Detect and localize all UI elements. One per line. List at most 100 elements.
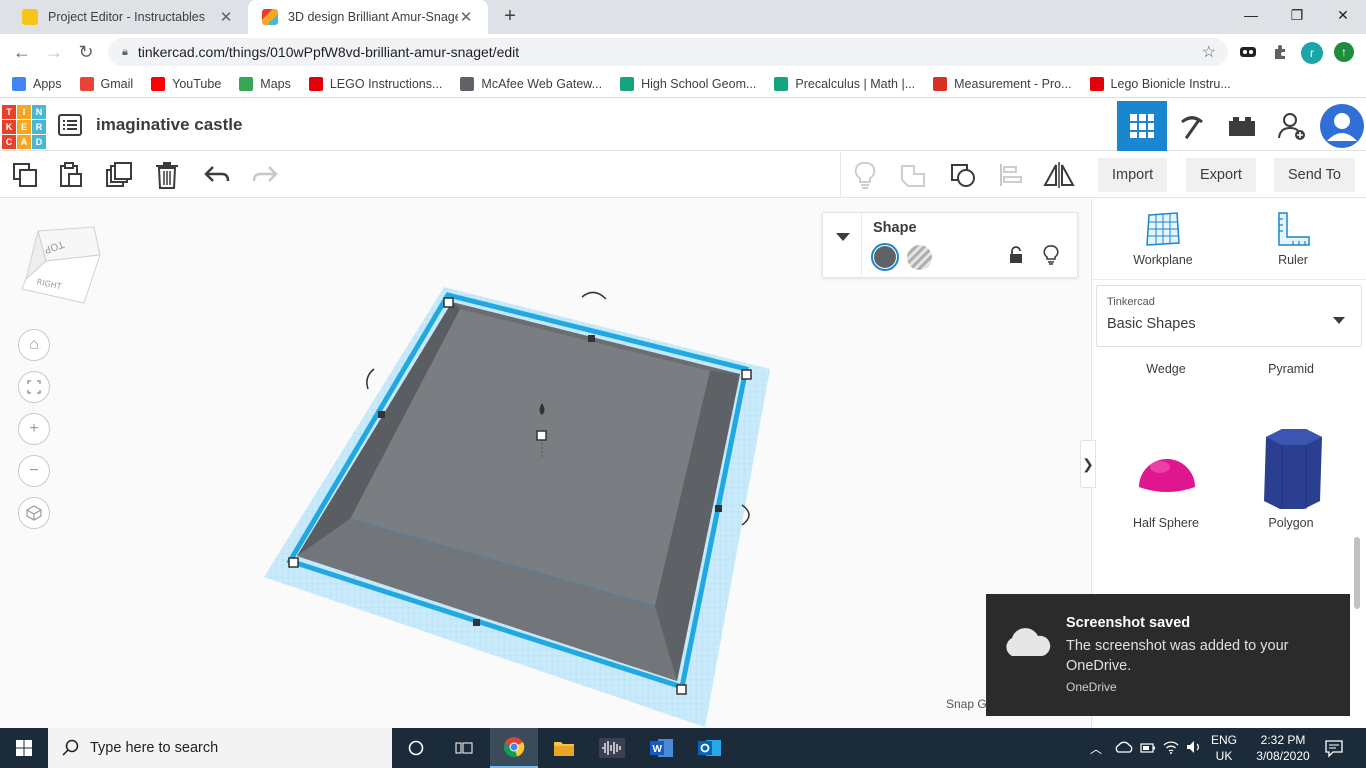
tab-close-icon[interactable]: ✕ (458, 8, 474, 26)
shape-library-select[interactable]: Tinkercad Basic Shapes (1096, 285, 1362, 347)
tab-title: Project Editor - Instructables (48, 10, 206, 24)
shape-label-half-sphere[interactable]: Half Sphere (1106, 516, 1226, 530)
send-to-button[interactable]: Send To (1274, 158, 1355, 192)
taskbar-search[interactable]: Type here to search (48, 728, 392, 768)
profile-avatar[interactable]: r (1301, 42, 1323, 64)
bricks-icon[interactable] (1217, 101, 1267, 151)
mirror-icon[interactable] (1042, 158, 1076, 192)
maximize-button[interactable]: ❐ (1274, 0, 1320, 30)
undo-icon[interactable] (200, 158, 234, 192)
bookmark-star-icon[interactable]: ☆ (1202, 42, 1216, 62)
rotate-arrow-icon[interactable] (366, 368, 375, 390)
selected-box-shape[interactable] (286, 292, 749, 691)
polygon-shape[interactable] (1260, 427, 1324, 516)
file-explorer-icon[interactable] (540, 728, 588, 768)
bookmark-item[interactable]: McAfee Web Gatew... (460, 76, 602, 91)
tab-project-editor[interactable]: Project Editor - Instructables ✕ (8, 0, 248, 34)
windows-start-icon[interactable] (0, 728, 48, 768)
new-tab-button[interactable]: + (498, 5, 522, 29)
panel-expand-arrow[interactable]: ❯ (1080, 440, 1096, 488)
export-button[interactable]: Export (1186, 158, 1256, 192)
word-icon[interactable]: W (638, 728, 686, 768)
redo-icon[interactable] (248, 158, 282, 192)
duplicate-icon[interactable] (102, 158, 136, 192)
extension-icon[interactable] (1236, 40, 1260, 64)
resize-handle[interactable] (443, 297, 454, 308)
bookmark-item[interactable]: Maps (239, 76, 291, 91)
copy-icon[interactable] (8, 158, 42, 192)
onedrive-tray-icon[interactable] (1114, 740, 1134, 759)
address-bar[interactable]: 🔒︎ tinkercad.com/things/010wPpfW8vd-bril… (108, 38, 1228, 66)
forward-icon[interactable]: → (42, 40, 66, 64)
edge-handle[interactable] (378, 411, 385, 418)
resize-handle[interactable] (288, 557, 299, 568)
half-sphere-shape[interactable] (1138, 447, 1196, 500)
bookmark-item[interactable]: Apps (12, 76, 62, 91)
close-window-button[interactable]: ✕ (1320, 0, 1366, 30)
panel-scrollbar[interactable] (1354, 537, 1360, 609)
reload-icon[interactable]: ↻ (74, 40, 98, 64)
edge-handle[interactable] (473, 619, 480, 626)
tab-tinkercad[interactable]: 3D design Brilliant Amur-Snaget ✕ (248, 0, 488, 34)
bookmark-item[interactable]: Precalculus | Math |... (774, 76, 915, 91)
snap-grid-label[interactable]: Snap G (946, 697, 987, 711)
project-name[interactable]: imaginative castle (96, 115, 242, 135)
wifi-icon[interactable] (1163, 740, 1179, 759)
bookmark-item[interactable]: YouTube (151, 76, 221, 91)
audio-app-icon[interactable] (588, 728, 636, 768)
taskbar-clock[interactable]: 2:32 PM 3/08/2020 (1250, 732, 1316, 764)
minimize-button[interactable]: — (1228, 0, 1274, 30)
ruler-button[interactable]: Ruler (1238, 211, 1348, 267)
chrome-taskbar-icon[interactable] (490, 728, 538, 768)
height-handle[interactable] (536, 430, 547, 441)
tab-close-icon[interactable]: ✕ (218, 8, 234, 26)
workplane-scene[interactable] (0, 199, 1090, 728)
workplane-button[interactable]: Workplane (1108, 211, 1218, 267)
bookmark-item[interactable]: Measurement - Pro... (933, 76, 1072, 91)
show-hidden-icons-chevron[interactable]: ︿ (1090, 740, 1102, 757)
edge-handle[interactable] (588, 335, 595, 342)
extensions-puzzle-icon[interactable] (1268, 40, 1292, 64)
lightbulb-icon[interactable] (848, 158, 882, 192)
shape-label-wedge[interactable]: Wedge (1106, 362, 1226, 376)
import-button[interactable]: Import (1098, 158, 1168, 192)
visibility-lightbulb-icon[interactable] (1043, 245, 1059, 270)
outlook-icon[interactable] (686, 728, 734, 768)
battery-icon[interactable] (1140, 741, 1156, 759)
3d-view-grid-icon[interactable] (1117, 101, 1167, 151)
pickaxe-icon[interactable] (1167, 101, 1217, 151)
task-view-icon[interactable] (440, 728, 488, 768)
solid-color-button[interactable] (871, 243, 899, 271)
input-language[interactable]: ENG UK (1211, 732, 1237, 764)
edge-handle[interactable] (715, 505, 722, 512)
design-list-icon[interactable] (58, 113, 82, 137)
ungroup-icon[interactable] (946, 158, 980, 192)
bookmark-item[interactable]: Lego Bionicle Instru... (1089, 76, 1231, 91)
onedrive-toast[interactable]: Screenshot saved The screenshot was adde… (986, 594, 1350, 716)
workplane-canvas[interactable]: TOP RIGHT ⌂ + − Snap G (0, 199, 1090, 728)
cortana-icon[interactable] (392, 728, 440, 768)
paste-icon[interactable] (54, 158, 88, 192)
resize-handle[interactable] (676, 684, 687, 695)
tinkercad-logo[interactable]: TIN KER CAD (2, 105, 46, 149)
trash-icon[interactable] (150, 158, 184, 192)
add-user-icon[interactable] (1267, 101, 1317, 151)
hole-button[interactable] (907, 245, 932, 270)
align-icon[interactable] (994, 158, 1028, 192)
back-icon[interactable]: ← (10, 40, 34, 64)
shape-label-polygon[interactable]: Polygon (1231, 516, 1351, 530)
rotate-arrow-icon[interactable] (581, 291, 607, 300)
shape-label-pyramid[interactable]: Pyramid (1231, 362, 1351, 376)
update-arrow-icon[interactable]: ↑ (1334, 42, 1354, 62)
collapse-chevron-icon[interactable] (835, 229, 851, 241)
volume-icon[interactable] (1186, 740, 1202, 759)
action-center-icon[interactable] (1324, 738, 1344, 763)
bookmark-item[interactable]: Gmail (79, 76, 133, 91)
resize-handle[interactable] (741, 369, 752, 380)
bookmark-item[interactable]: LEGO Instructions... (308, 76, 443, 91)
group-icon[interactable] (896, 158, 930, 192)
lock-shape-icon[interactable] (1009, 246, 1023, 269)
bookmark-label: LEGO Instructions... (329, 76, 443, 91)
user-avatar-icon[interactable] (1317, 101, 1366, 151)
bookmark-item[interactable]: High School Geom... (620, 76, 756, 91)
